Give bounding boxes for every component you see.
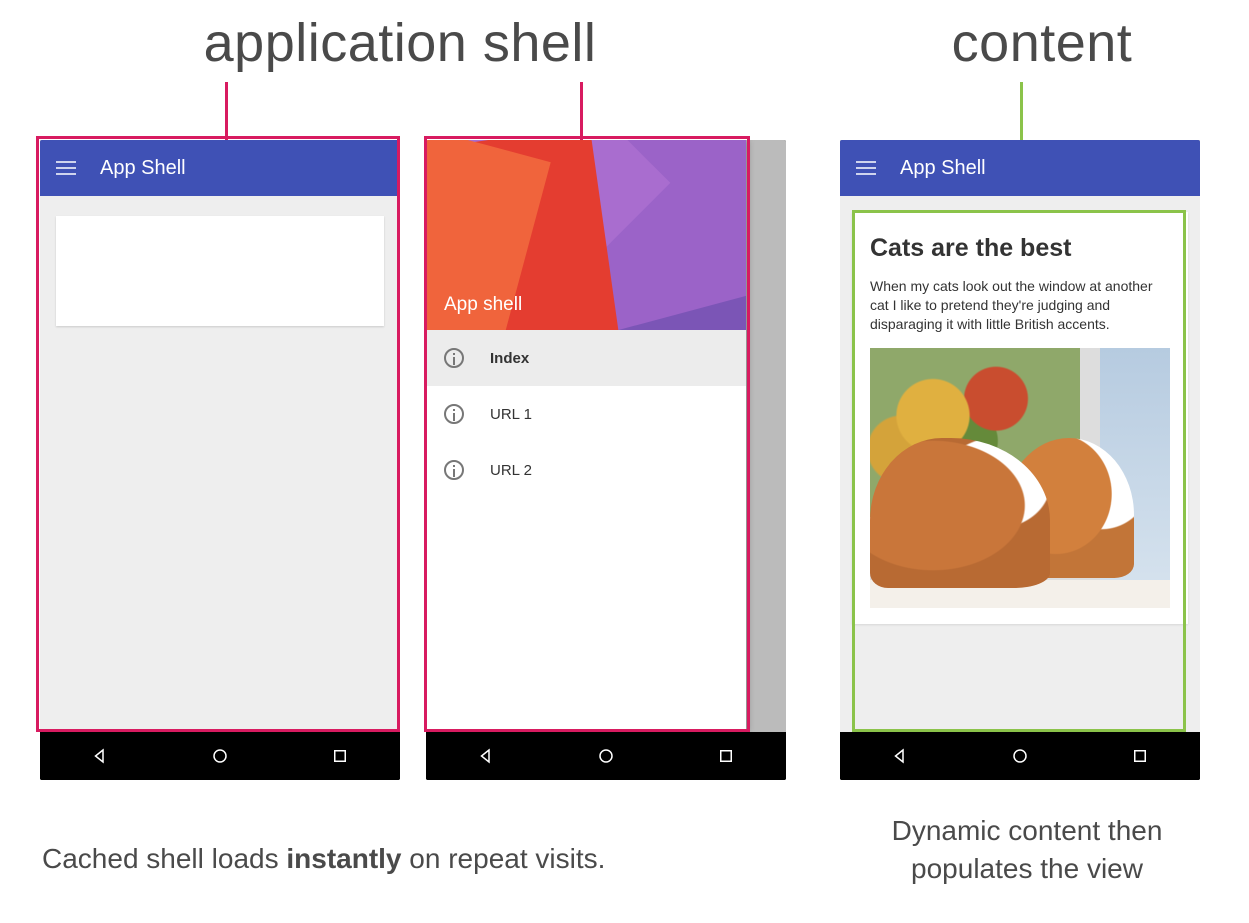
heading-application-shell: application shell bbox=[150, 12, 650, 74]
content-title: Cats are the best bbox=[870, 234, 1170, 263]
drawer-scrim[interactable] bbox=[746, 140, 786, 732]
drawer-header-title: App shell bbox=[444, 294, 522, 316]
content-card: Cats are the best When my cats look out … bbox=[852, 212, 1188, 624]
recent-icon[interactable] bbox=[331, 747, 349, 765]
app-bar: App Shell bbox=[840, 140, 1200, 196]
phone-content: App Shell Cats are the best When my cats… bbox=[840, 140, 1200, 780]
recent-icon[interactable] bbox=[1131, 747, 1149, 765]
info-icon bbox=[444, 460, 464, 480]
navigation-drawer: App shell Index URL 1 URL 2 bbox=[426, 140, 746, 732]
recent-icon[interactable] bbox=[717, 747, 735, 765]
menu-icon[interactable] bbox=[56, 161, 76, 175]
home-icon[interactable] bbox=[597, 747, 615, 765]
drawer-list: Index URL 1 URL 2 bbox=[426, 330, 746, 498]
connector-line bbox=[225, 82, 228, 142]
caption-content: Dynamic content then populates the view bbox=[842, 812, 1212, 888]
phone-shell-empty: App Shell bbox=[40, 140, 400, 780]
drawer-item-index[interactable]: Index bbox=[426, 330, 746, 386]
drawer-header: App shell bbox=[426, 140, 746, 330]
empty-content-card bbox=[56, 216, 384, 326]
content-image bbox=[870, 348, 1170, 608]
home-icon[interactable] bbox=[1011, 747, 1029, 765]
info-icon bbox=[444, 404, 464, 424]
back-icon[interactable] bbox=[477, 747, 495, 765]
drawer-item-label: Index bbox=[490, 350, 529, 367]
phone-shell-drawer: App shell Index URL 1 URL 2 bbox=[426, 140, 786, 780]
home-icon[interactable] bbox=[211, 747, 229, 765]
android-nav-bar bbox=[426, 732, 786, 780]
menu-icon[interactable] bbox=[856, 161, 876, 175]
drawer-item-label: URL 2 bbox=[490, 462, 532, 479]
content-body: When my cats look out the window at anot… bbox=[870, 277, 1170, 334]
appbar-title: App Shell bbox=[100, 157, 186, 180]
back-icon[interactable] bbox=[891, 747, 909, 765]
back-icon[interactable] bbox=[91, 747, 109, 765]
drawer-item-url2[interactable]: URL 2 bbox=[426, 442, 746, 498]
heading-content: content bbox=[902, 12, 1182, 74]
drawer-item-url1[interactable]: URL 1 bbox=[426, 386, 746, 442]
app-bar: App Shell bbox=[40, 140, 400, 196]
android-nav-bar bbox=[840, 732, 1200, 780]
connector-line bbox=[580, 82, 583, 142]
caption-text: on repeat visits. bbox=[402, 843, 606, 874]
android-nav-bar bbox=[40, 732, 400, 780]
drawer-item-label: URL 1 bbox=[490, 406, 532, 423]
caption-shell: Cached shell loads instantly on repeat v… bbox=[42, 840, 742, 878]
caption-text: Cached shell loads bbox=[42, 843, 286, 874]
caption-text-bold: instantly bbox=[286, 843, 401, 874]
info-icon bbox=[444, 348, 464, 368]
appbar-title: App Shell bbox=[900, 157, 986, 180]
